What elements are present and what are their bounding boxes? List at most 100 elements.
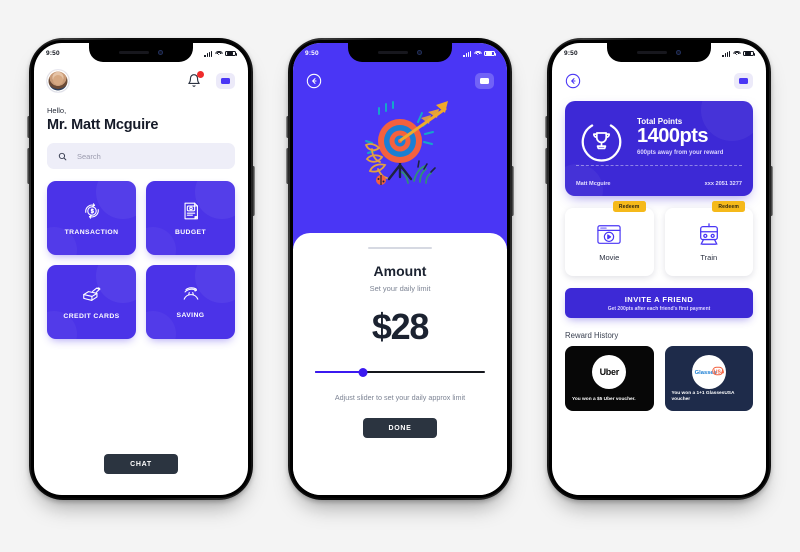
menu-icon: [221, 78, 230, 84]
glassesusa-logo-mark: Glasses USA: [694, 366, 724, 376]
uber-logo: Uber: [592, 355, 627, 389]
amount-topbar: [293, 64, 507, 98]
amount-slider[interactable]: [315, 367, 485, 377]
points-card-text: Total Points 1400pts 600pts away from yo…: [637, 117, 743, 156]
reward-caption: You won a 1+1 GlassesUSA voucher: [671, 390, 735, 403]
redeem-label: Movie: [599, 252, 620, 262]
menu-button[interactable]: [475, 73, 494, 89]
back-button[interactable]: [565, 73, 581, 89]
screen-amount: 9:50 Amount Set your daily limit $28 Adj…: [293, 43, 507, 495]
menu-button[interactable]: [216, 73, 235, 89]
notch: [89, 43, 193, 62]
battery-icon: [225, 50, 237, 57]
phone-bezel: 9:50: [31, 40, 251, 498]
front-camera: [158, 50, 163, 55]
notch: [607, 43, 711, 62]
redeem-badge: Redeem: [612, 201, 646, 212]
earpiece-speaker: [119, 50, 149, 55]
rewards-topbar: [552, 64, 766, 98]
redeem-options: Redeem Movie Redeem Train: [565, 201, 753, 276]
search-icon: [58, 152, 67, 160]
tile-credit-cards[interactable]: CREDIT CARDS: [47, 265, 136, 339]
invite-subtitle: Get 200pts after each friend's first pay…: [607, 305, 711, 312]
glassesusa-logo: Glasses USA: [691, 355, 726, 389]
screen-rewards: 9:50 Total Points 1400pts 600pts away fr…: [552, 43, 766, 495]
wifi-icon: [215, 50, 222, 57]
notification-badge: [197, 71, 204, 78]
avatar[interactable]: [47, 70, 69, 92]
tile-saving[interactable]: SAVING: [146, 265, 235, 339]
slider-fill: [315, 371, 363, 373]
front-camera: [676, 50, 681, 55]
tile-label: SAVING: [176, 312, 205, 319]
points-value: 1400pts: [637, 125, 709, 147]
total-points-card: Total Points 1400pts 600pts away from yo…: [565, 101, 753, 196]
amount-subtitle: Set your daily limit: [369, 284, 431, 293]
tile-budget[interactable]: BUDGET: [146, 181, 235, 255]
status-indicators: [204, 50, 237, 57]
back-arrow-circle-icon: [565, 73, 581, 89]
train-icon: [699, 223, 718, 245]
notification-bell-button[interactable]: [187, 71, 204, 89]
earpiece-speaker: [378, 50, 408, 55]
menu-icon: [480, 78, 489, 84]
cellular-signal-icon: [463, 50, 471, 57]
tile-label: TRANSACTION: [64, 229, 119, 236]
amount-value: $28: [371, 306, 429, 347]
tile-transaction[interactable]: TRANSACTION: [47, 181, 136, 255]
cellular-signal-icon: [204, 50, 212, 57]
back-arrow-circle-icon: [306, 73, 322, 89]
redeem-label: Train: [700, 253, 718, 262]
invite-title: INVITE A FRIEND: [624, 294, 694, 304]
notch: [348, 43, 452, 62]
chat-button[interactable]: CHAT: [104, 454, 178, 474]
amount-app: Amount Set your daily limit $28 Adjust s…: [293, 43, 507, 495]
redeem-card-train[interactable]: Redeem Train: [664, 201, 753, 276]
menu-icon: [739, 78, 748, 84]
phone-rewards: 9:50 Total Points 1400pts 600pts away fr…: [545, 38, 773, 500]
menu-button[interactable]: [734, 73, 753, 89]
done-button[interactable]: DONE: [363, 418, 437, 439]
trophy-icon: [581, 124, 622, 162]
reward-history-card-glassesusa[interactable]: Glasses USA You won a 1+1 GlassesUSA vou…: [664, 346, 753, 411]
reward-history-list: Uber You won a $5 Uber voucher. Glasses …: [565, 346, 753, 411]
sheet-grabber[interactable]: [368, 247, 432, 249]
slider-helper-text: Adjust slider to set your daily approx l…: [334, 393, 466, 402]
power-button[interactable]: [512, 166, 514, 216]
wifi-icon: [733, 50, 740, 57]
power-button[interactable]: [253, 166, 255, 216]
phone-bezel: 9:50: [290, 40, 510, 498]
earpiece-speaker: [637, 50, 667, 55]
wifi-icon: [474, 50, 481, 57]
back-button[interactable]: [306, 73, 322, 89]
greeting-label: Hello,: [47, 106, 67, 115]
screenshot-stage: 9:50 Hello, Mr. Matt Mcguire Search TRAN…: [0, 0, 800, 552]
reward-history-title: Reward History: [565, 331, 619, 340]
phone-home: 9:50 Hello, Mr. Matt Mcguire Search TRAN…: [27, 38, 255, 500]
status-time: 9:50: [564, 50, 578, 57]
card-holder-name: Matt Mcguire: [576, 181, 611, 187]
movie-player-icon: [597, 224, 621, 244]
uber-logo-text: Uber: [599, 367, 620, 377]
redeem-card-movie[interactable]: Redeem Movie: [565, 201, 654, 276]
points-note: 600pts away from your reward: [637, 149, 724, 156]
tile-label: CREDIT CARDS: [63, 313, 120, 320]
svg-text:USA: USA: [714, 369, 724, 375]
budget-document-icon: [183, 202, 198, 220]
search-input[interactable]: Search: [47, 143, 235, 169]
credit-card-hand-icon: [82, 287, 100, 301]
power-button[interactable]: [771, 166, 773, 216]
quick-actions-grid: TRANSACTION BUDGET CREDIT CARDS SAVING: [47, 181, 235, 339]
target-arrow-illustration: [364, 101, 448, 185]
phone-bezel: 9:50: [549, 40, 769, 498]
invite-a-friend-button[interactable]: INVITE A FRIEND Get 200pts after each fr…: [565, 288, 753, 318]
battery-icon: [484, 50, 496, 57]
slider-thumb[interactable]: [358, 367, 368, 377]
piggy-saving-icon: [183, 287, 198, 300]
scroll-fade: [552, 481, 766, 495]
status-time: 9:50: [46, 50, 60, 57]
card-decoration: [565, 164, 603, 196]
reward-caption: You won a $5 Uber voucher.: [572, 397, 636, 403]
tile-label: BUDGET: [174, 229, 207, 236]
reward-history-card-uber[interactable]: Uber You won a $5 Uber voucher.: [565, 346, 654, 411]
